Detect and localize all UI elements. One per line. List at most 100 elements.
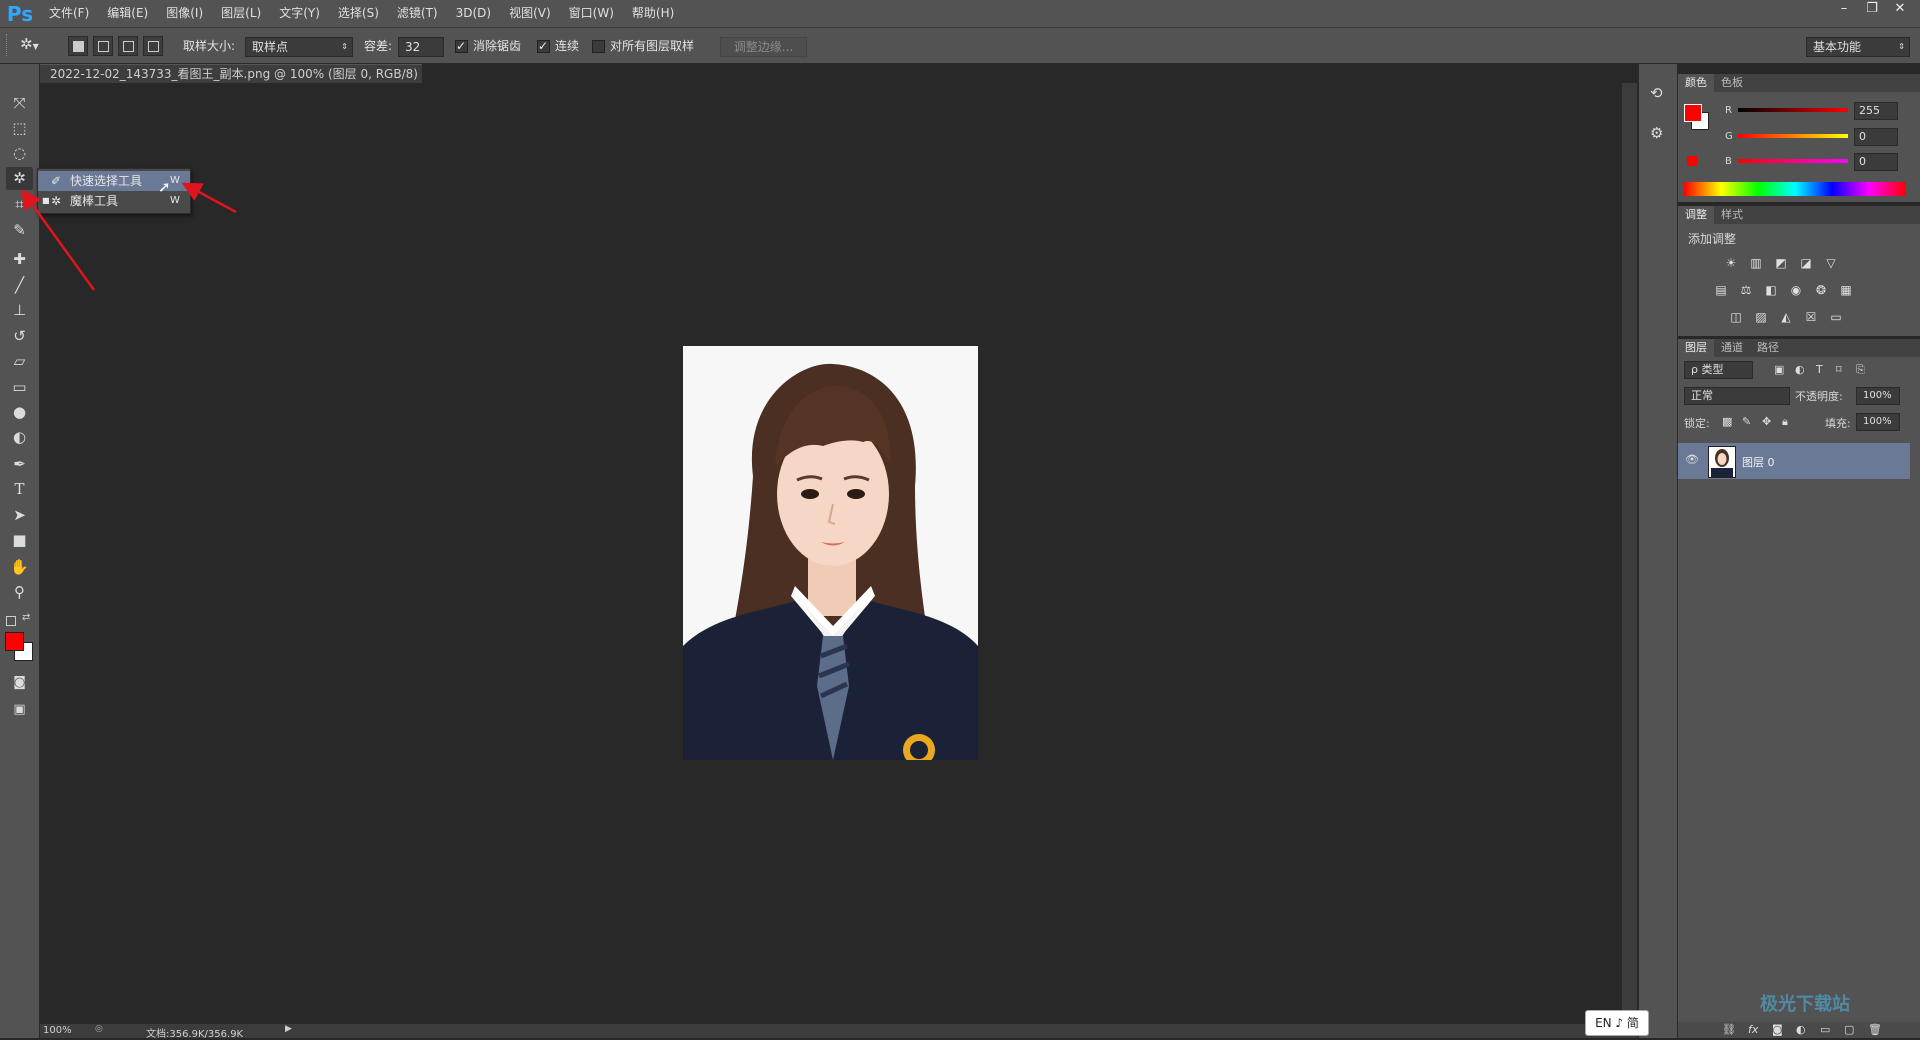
filter-type-icon[interactable]: T <box>1816 363 1823 376</box>
color-lookup-icon[interactable]: ▦ <box>1838 283 1854 297</box>
tab-adjustments[interactable]: 调整 <box>1678 206 1714 224</box>
hue-saturation-icon[interactable]: ▤ <box>1713 283 1729 297</box>
menu-help[interactable]: 帮助(H) <box>623 0 683 27</box>
close-icon[interactable]: ✕ <box>1886 0 1914 20</box>
new-group-icon[interactable]: ▭ <box>1820 1023 1830 1036</box>
brightness-icon[interactable]: ☀ <box>1723 256 1739 270</box>
lock-transparent-icon[interactable]: ▩ <box>1722 415 1732 428</box>
delete-layer-icon[interactable]: 🗑︎ <box>1868 1023 1882 1036</box>
tolerance-input[interactable]: 32 <box>398 37 444 57</box>
quick-mask-icon[interactable]: ◙ <box>6 671 33 694</box>
lock-all-icon[interactable]: 🔒︎ <box>1782 415 1788 429</box>
layer-filter-dropdown[interactable]: ρ 类型 <box>1684 361 1753 379</box>
color-spectrum-bar[interactable] <box>1684 182 1906 196</box>
marquee-tool-icon[interactable]: ⬚ <box>6 117 33 140</box>
eyedropper-tool-icon[interactable]: ✎ <box>6 219 33 242</box>
opacity-input[interactable]: 100% <box>1856 387 1900 405</box>
invert-icon[interactable]: ◫ <box>1728 310 1744 324</box>
exposure-icon[interactable]: ◪ <box>1798 256 1814 270</box>
tab-styles[interactable]: 样式 <box>1714 206 1750 224</box>
ime-indicator[interactable]: EN ♪ 简 <box>1585 1010 1649 1036</box>
grip-handle[interactable] <box>6 34 11 56</box>
b-value-input[interactable]: 0 <box>1854 153 1898 171</box>
filter-adjustment-icon[interactable]: ◐ <box>1795 363 1805 376</box>
sample-size-dropdown[interactable]: 取样点 ⇕ <box>245 37 353 57</box>
channel-mixer-icon[interactable]: ❂ <box>1813 283 1829 297</box>
menu-window[interactable]: 窗口(W) <box>560 0 623 27</box>
clone-stamp-icon[interactable]: ⊥ <box>6 299 33 322</box>
blur-tool-icon[interactable]: ● <box>6 401 33 424</box>
color-balance-icon[interactable]: ⚖ <box>1738 283 1754 297</box>
fill-input[interactable]: 100% <box>1856 413 1900 431</box>
menu-layer[interactable]: 图层(L) <box>212 0 270 27</box>
lock-position-icon[interactable]: ✥ <box>1762 415 1771 428</box>
document-tab[interactable]: 2022-12-02_143733_看图王_副本.png @ 100% (图层 … <box>40 64 422 100</box>
tab-layers[interactable]: 图层 <box>1678 339 1714 357</box>
curves-icon[interactable]: ◩ <box>1773 256 1789 270</box>
zoom-tool-icon[interactable]: ⚲ <box>6 581 33 604</box>
layer-name[interactable]: 图层 0 <box>1742 454 1775 470</box>
shape-tool-icon[interactable]: ■ <box>6 529 33 552</box>
layer-style-icon[interactable]: fx <box>1748 1023 1758 1036</box>
status-icon[interactable]: ◎ <box>95 1024 103 1034</box>
contiguous-checkbox[interactable]: 连续 <box>537 37 579 55</box>
tab-paths[interactable]: 路径 <box>1750 339 1786 357</box>
add-mask-icon[interactable]: ◙ <box>1772 1023 1783 1036</box>
foreground-color-swatch[interactable] <box>5 632 24 651</box>
minimize-icon[interactable]: – <box>1830 0 1858 20</box>
all-layers-checkbox[interactable]: 对所有图层取样 <box>592 37 694 55</box>
intersect-selection-button[interactable] <box>143 36 163 56</box>
magic-wand-tool-icon[interactable]: ✲ <box>6 167 33 190</box>
dodge-tool-icon[interactable]: ◐ <box>6 426 33 449</box>
filter-smart-object-icon[interactable]: ⎘ <box>1856 363 1865 377</box>
blend-mode-dropdown[interactable]: 正常 <box>1684 387 1790 405</box>
zoom-level[interactable]: 100% <box>43 1025 72 1036</box>
menu-view[interactable]: 视图(V) <box>500 0 560 27</box>
antialias-checkbox[interactable]: 消除锯齿 <box>455 37 521 55</box>
add-to-selection-button[interactable] <box>93 36 113 56</box>
type-tool-icon[interactable]: T <box>6 478 33 501</box>
crop-tool-icon[interactable]: ⌗ <box>6 193 33 216</box>
tab-color[interactable]: 颜色 <box>1678 74 1714 92</box>
history-panel-icon[interactable]: ⟲ <box>1650 84 1663 102</box>
visibility-eye-icon[interactable]: 👁︎ <box>1685 453 1699 466</box>
vertical-scrollbar[interactable] <box>1622 83 1637 1024</box>
lock-pixels-icon[interactable]: ✎ <box>1742 415 1751 428</box>
default-colors-icon[interactable] <box>6 616 16 626</box>
levels-icon[interactable]: ▥ <box>1748 256 1764 270</box>
posterize-icon[interactable]: ▨ <box>1753 310 1769 324</box>
eraser-tool-icon[interactable]: ▱ <box>6 350 33 373</box>
refine-edge-button[interactable]: 调整边缘... <box>720 37 807 57</box>
properties-panel-icon[interactable]: ⚙ <box>1650 124 1663 142</box>
vibrance-icon[interactable]: ▽ <box>1823 256 1839 270</box>
lasso-tool-icon[interactable]: ◌ <box>6 142 33 165</box>
move-tool-icon[interactable]: ⤧ <box>6 92 33 115</box>
g-value-input[interactable]: 0 <box>1854 128 1898 146</box>
tool-preset-picker[interactable]: ✲▼ <box>20 35 56 55</box>
path-selection-icon[interactable]: ➤ <box>6 504 33 527</box>
menu-edit[interactable]: 编辑(E) <box>98 0 157 27</box>
link-layers-icon[interactable]: ⛓ <box>1722 1023 1736 1036</box>
status-menu-arrow-icon[interactable]: ▶ <box>285 1024 292 1034</box>
tab-channels[interactable]: 通道 <box>1714 339 1750 357</box>
g-slider[interactable] <box>1738 134 1848 138</box>
threshold-icon[interactable]: ◭ <box>1778 310 1794 324</box>
restore-icon[interactable]: ❐ <box>1858 0 1886 20</box>
gradient-tool-icon[interactable]: ▭ <box>6 376 33 399</box>
workspace-dropdown[interactable]: 基本功能 ⇕ <box>1806 37 1910 57</box>
new-layer-icon[interactable]: ▢ <box>1844 1023 1854 1036</box>
subtract-selection-button[interactable] <box>118 36 138 56</box>
gradient-map-icon[interactable]: ▭ <box>1828 310 1844 324</box>
healing-brush-icon[interactable]: ✚ <box>6 248 33 271</box>
menu-3d[interactable]: 3D(D) <box>447 0 500 27</box>
foreground-color-swatch[interactable] <box>1684 104 1702 122</box>
r-slider[interactable] <box>1738 108 1848 112</box>
filter-pixel-icon[interactable]: ▣ <box>1774 363 1784 376</box>
tab-swatches[interactable]: 色板 <box>1714 74 1750 92</box>
menu-type[interactable]: 文字(Y) <box>270 0 329 27</box>
hand-tool-icon[interactable]: ✋ <box>6 556 33 579</box>
filter-shape-icon[interactable]: ⌑ <box>1836 363 1842 376</box>
photo-filter-icon[interactable]: ◉ <box>1788 283 1804 297</box>
swap-colors-icon[interactable]: ⇄ <box>22 612 30 623</box>
history-brush-icon[interactable]: ↺ <box>6 325 33 348</box>
